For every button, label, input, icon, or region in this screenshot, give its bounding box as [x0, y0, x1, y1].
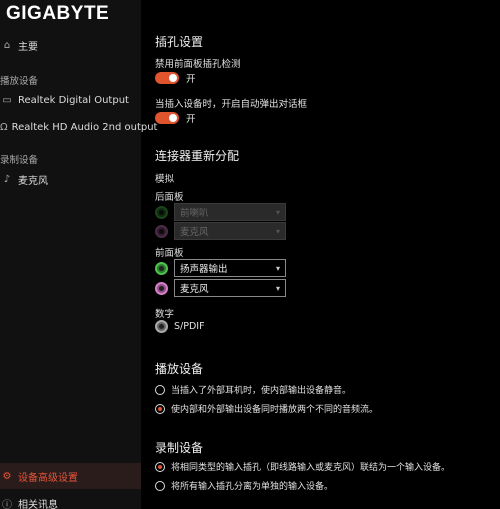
- chevron-down-icon: ▾: [275, 263, 280, 273]
- playback-title: 播放设备: [155, 362, 204, 376]
- spdif-jack-icon: [155, 320, 168, 333]
- spdif-jack-row: S/PDIF: [155, 320, 205, 333]
- radio-label: 将所有输入插孔分离为单独的输入设备。: [171, 482, 334, 492]
- recording-option-separate[interactable]: 将所有输入插孔分离为单独的输入设备。: [155, 479, 333, 492]
- sidebar-item-label: 设备高级设置: [18, 472, 78, 484]
- front-panel-jack-row-2: 麦克风 ▾: [155, 279, 286, 297]
- headphones-icon: Ω: [0, 121, 8, 133]
- auto-popup-toggle-row: 开: [155, 111, 196, 125]
- sidebar-item-digital-output[interactable]: ▭ Realtek Digital Output: [0, 91, 141, 109]
- sidebar-item-info[interactable]: ⓘ 相关讯息: [0, 494, 141, 509]
- sidebar-item-main[interactable]: ⌂ 主要: [0, 36, 141, 54]
- sidebar-item-label: 主要: [18, 41, 38, 53]
- back-panel-jack-1-select: 前喇叭 ▾: [174, 203, 286, 221]
- gear-icon: ⚙: [2, 470, 12, 482]
- radio-button[interactable]: [155, 480, 165, 491]
- auto-popup-label: 当插入设备时，开启自动弹出对话框: [155, 99, 308, 110]
- select-value: 扬声器输出: [180, 264, 228, 275]
- front-panel-jack-row-1: 扬声器输出 ▾: [155, 259, 286, 277]
- radio-label: 将相同类型的输入插孔（即线路输入或麦克风）联结为一个输入设备。: [171, 463, 451, 473]
- sidebar-item-label: 相关讯息: [18, 499, 58, 509]
- speaker-icon: ▭: [2, 94, 12, 106]
- pink-jack-icon: [155, 281, 168, 295]
- sidebar-item-label: Realtek Digital Output: [18, 94, 129, 106]
- radio-label: 当插入了外部耳机时，使内部输出设备静音。: [171, 386, 352, 396]
- select-value: 前喇叭: [180, 208, 209, 219]
- toggle-state-label: 开: [186, 74, 196, 85]
- playback-option-multistream[interactable]: 使内部和外部输出设备同时播放两个不同的音频流。: [155, 402, 378, 415]
- radio-button[interactable]: [155, 461, 165, 472]
- pink-jack-icon: [155, 224, 168, 238]
- back-panel-jack-row-1: 前喇叭 ▾: [155, 203, 286, 221]
- recording-title: 录制设备: [155, 441, 204, 455]
- gigabyte-logo: GIGABYTE: [6, 3, 110, 24]
- front-panel-jack-1-select[interactable]: 扬声器输出 ▾: [174, 259, 286, 277]
- sidebar-header-playback: 播放设备: [0, 76, 39, 87]
- chevron-down-icon: ▾: [275, 207, 280, 217]
- back-panel-jack-row-2: 麦克风 ▾: [155, 222, 286, 240]
- info-icon: ⓘ: [2, 499, 12, 509]
- sidebar-item-label: Realtek HD Audio 2nd output: [11, 121, 158, 133]
- green-jack-icon: [155, 205, 168, 219]
- radio-button[interactable]: [155, 384, 165, 395]
- sidebar-item-microphone[interactable]: ♪ 麦克风: [0, 170, 141, 188]
- sidebar-header-recording: 录制设备: [0, 155, 39, 166]
- sidebar: GIGABYTE ⌂ 主要 播放设备 ▭ Realtek Digital Out…: [0, 0, 157, 509]
- sidebar-item-advanced-settings[interactable]: ⚙ 设备高级设置: [0, 463, 141, 489]
- auto-popup-toggle[interactable]: [155, 112, 179, 124]
- disable-front-panel-toggle[interactable]: [155, 72, 179, 84]
- back-panel-label: 后面板: [155, 192, 184, 203]
- green-jack-icon: [155, 261, 168, 275]
- disable-front-panel-toggle-row: 开: [155, 71, 196, 85]
- disable-front-panel-label: 禁用前面板插孔检测: [155, 59, 241, 70]
- recording-option-combine[interactable]: 将相同类型的输入插孔（即线路输入或麦克风）联结为一个输入设备。: [155, 460, 450, 473]
- chevron-down-icon: ▾: [275, 283, 280, 293]
- radio-button[interactable]: [155, 403, 165, 414]
- connector-title: 连接器重新分配: [155, 149, 240, 163]
- front-panel-label: 前面板: [155, 248, 184, 259]
- analog-label: 模拟: [155, 174, 175, 185]
- playback-option-mute[interactable]: 当插入了外部耳机时，使内部输出设备静音。: [155, 383, 351, 396]
- radio-label: 使内部和外部输出设备同时播放两个不同的音频流。: [171, 405, 379, 415]
- microphone-icon: ♪: [3, 173, 11, 185]
- select-value: 麦克风: [180, 284, 209, 295]
- sidebar-item-hd-audio-2nd-output[interactable]: Ω Realtek HD Audio 2nd output: [0, 118, 157, 136]
- home-icon: ⌂: [3, 39, 11, 51]
- toggle-state-label: 开: [186, 114, 196, 125]
- spdif-label: S/PDIF: [174, 321, 205, 332]
- sidebar-item-label: 麦克风: [18, 175, 48, 187]
- back-panel-jack-2-select: 麦克风 ▾: [174, 222, 286, 240]
- jack-settings-title: 插孔设置: [155, 35, 204, 49]
- select-value: 麦克风: [180, 227, 209, 238]
- digital-label: 数字: [155, 309, 175, 320]
- front-panel-jack-2-select[interactable]: 麦克风 ▾: [174, 279, 286, 297]
- chevron-down-icon: ▾: [275, 226, 280, 236]
